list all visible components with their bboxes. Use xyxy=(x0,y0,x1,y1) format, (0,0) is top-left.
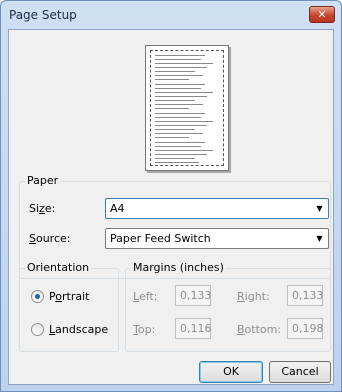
bottom-margin-label: Bottom: xyxy=(237,323,282,336)
ok-button[interactable]: OK xyxy=(199,361,263,383)
size-label: Size: xyxy=(29,202,56,215)
landscape-radio[interactable] xyxy=(31,323,44,336)
cancel-button[interactable]: Cancel xyxy=(269,361,331,383)
window-title: Page Setup xyxy=(9,8,77,22)
paper-group-label: Paper xyxy=(25,174,61,187)
top-margin-field[interactable]: 0,116 xyxy=(175,318,212,339)
orientation-group-label: Orientation xyxy=(25,261,92,274)
paper-size-select[interactable]: A4 ▼ xyxy=(105,198,329,219)
top-margin-label: Top: xyxy=(133,323,156,336)
portrait-label[interactable]: Portrait xyxy=(49,290,89,303)
close-button[interactable]: ✕ xyxy=(309,6,335,23)
right-margin-field[interactable]: 0,133 xyxy=(287,285,324,306)
chevron-down-icon: ▼ xyxy=(316,234,323,243)
left-margin-field[interactable]: 0,133 xyxy=(175,285,212,306)
preview-margin-outline xyxy=(150,50,224,166)
right-margin-label: Right: xyxy=(237,290,270,303)
bottom-margin-field[interactable]: 0,198 xyxy=(287,318,324,339)
paper-source-value: Paper Feed Switch xyxy=(110,232,211,245)
landscape-label[interactable]: Landscape xyxy=(49,323,108,336)
margins-group xyxy=(125,268,331,352)
paper-size-value: A4 xyxy=(110,202,125,215)
paper-source-select[interactable]: Paper Feed Switch ▼ xyxy=(105,228,329,249)
page-setup-dialog: Page Setup ✕ Paper Size: A4 ▼ Source: Pa… xyxy=(0,0,342,392)
source-label: Source: xyxy=(29,232,71,245)
left-margin-label: Left: xyxy=(133,290,158,303)
orientation-group xyxy=(19,268,119,352)
margins-group-label: Margins (inches) xyxy=(131,261,226,274)
close-icon: ✕ xyxy=(317,8,327,21)
chevron-down-icon: ▼ xyxy=(316,204,323,213)
title-bar[interactable]: Page Setup ✕ xyxy=(1,1,341,29)
page-preview xyxy=(145,45,229,171)
dialog-body: Paper Size: A4 ▼ Source: Paper Feed Swit… xyxy=(8,29,334,385)
portrait-radio[interactable] xyxy=(31,290,44,303)
